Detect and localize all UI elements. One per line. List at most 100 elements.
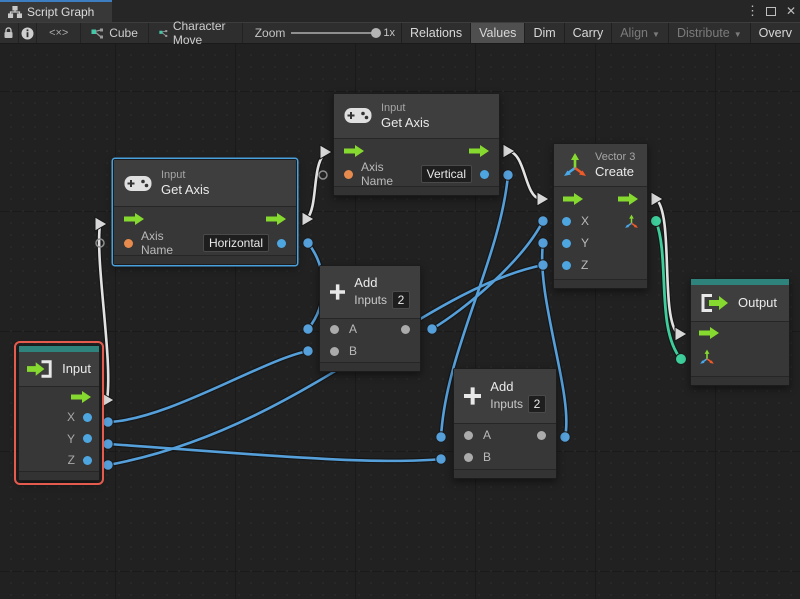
node-category: Vector 3 bbox=[595, 150, 635, 164]
zoom-slider[interactable] bbox=[291, 32, 377, 34]
node-input-unit[interactable]: Input X Y Z bbox=[18, 345, 100, 481]
vector3-icon bbox=[562, 152, 588, 178]
port-label: X bbox=[67, 410, 75, 424]
control-in-arrow-icon[interactable] bbox=[124, 213, 144, 225]
relations-button[interactable]: Relations bbox=[401, 23, 470, 43]
zoom-slider-handle[interactable] bbox=[371, 28, 381, 38]
vector3-result-port[interactable] bbox=[624, 214, 639, 229]
node-title: Output bbox=[738, 295, 777, 311]
script-graph-icon bbox=[159, 28, 168, 39]
node-add-2[interactable]: Add Inputs 2 A B bbox=[453, 368, 557, 479]
port-label: Z bbox=[581, 258, 588, 272]
graph-hierarchy-icon bbox=[8, 6, 22, 18]
distribute-dropdown[interactable]: Distribute▼ bbox=[668, 23, 750, 43]
node-title: Add bbox=[490, 379, 546, 395]
tab-bar: Script Graph ⋮ ✕ bbox=[0, 0, 800, 22]
port-y[interactable] bbox=[83, 434, 92, 443]
node-output-unit[interactable]: Output bbox=[690, 278, 790, 386]
sum-port[interactable] bbox=[401, 325, 410, 334]
node-footer bbox=[334, 186, 499, 195]
axis-name-port[interactable] bbox=[124, 239, 133, 248]
port-label: Axis Name bbox=[361, 160, 413, 188]
zoom-value: 1x bbox=[383, 27, 395, 39]
control-out-arrow-icon[interactable] bbox=[71, 391, 91, 403]
input-unit-icon bbox=[27, 359, 54, 379]
sum-port[interactable] bbox=[537, 431, 546, 440]
node-vector3-create[interactable]: Vector 3 Create X Y Z bbox=[553, 143, 648, 289]
port-label: A bbox=[349, 322, 357, 336]
close-icon[interactable]: ✕ bbox=[786, 4, 796, 18]
breadcrumb-label: Character Move bbox=[173, 19, 232, 47]
zoom-label: Zoom bbox=[255, 26, 286, 40]
port-a[interactable] bbox=[330, 325, 339, 334]
port-z[interactable] bbox=[562, 261, 571, 270]
node-footer bbox=[554, 279, 647, 288]
plus-icon bbox=[330, 279, 345, 305]
control-in-arrow-icon[interactable] bbox=[563, 193, 583, 205]
node-footer bbox=[454, 469, 556, 478]
breadcrumb-label: Cube bbox=[109, 26, 138, 40]
overview-button[interactable]: Overv bbox=[750, 23, 800, 43]
port-label: Y bbox=[581, 236, 589, 250]
output-unit-icon bbox=[699, 293, 729, 313]
port-b[interactable] bbox=[330, 347, 339, 356]
carry-button[interactable]: Carry bbox=[564, 23, 612, 43]
dim-button[interactable]: Dim bbox=[524, 23, 563, 43]
breadcrumb-cube[interactable]: Cube bbox=[81, 23, 149, 43]
align-dropdown[interactable]: Align▼ bbox=[611, 23, 668, 43]
node-add-1[interactable]: Add Inputs 2 A B bbox=[319, 265, 421, 372]
node-title: Get Axis bbox=[161, 182, 209, 198]
port-a[interactable] bbox=[464, 431, 473, 440]
window-menu-icon[interactable]: ⋮ bbox=[746, 3, 756, 19]
gamepad-icon bbox=[124, 175, 152, 192]
port-label: A bbox=[483, 428, 491, 442]
control-out-arrow-icon[interactable] bbox=[618, 193, 638, 205]
lock-icon bbox=[3, 27, 14, 39]
info-icon bbox=[21, 27, 34, 40]
result-port[interactable] bbox=[277, 239, 286, 248]
axis-name-port[interactable] bbox=[344, 170, 353, 179]
port-x[interactable] bbox=[562, 217, 571, 226]
inputs-count-field[interactable]: 2 bbox=[392, 291, 410, 309]
gamepad-icon bbox=[344, 107, 372, 124]
values-button[interactable]: Values bbox=[470, 23, 524, 43]
code-icon: <×> bbox=[49, 27, 68, 39]
node-category: Input bbox=[161, 168, 209, 182]
inputs-count-field[interactable]: 2 bbox=[528, 395, 546, 413]
axis-name-field[interactable]: Horizontal bbox=[203, 234, 269, 252]
script-graph-icon bbox=[91, 28, 104, 39]
info-button[interactable] bbox=[19, 23, 38, 43]
port-label: Y bbox=[67, 432, 75, 446]
vector3-value-port[interactable] bbox=[699, 349, 715, 365]
port-y[interactable] bbox=[562, 239, 571, 248]
node-title: Get Axis bbox=[381, 115, 429, 131]
node-get-axis-horizontal[interactable]: Input Get Axis Axis Name Horizontal bbox=[113, 159, 297, 265]
lock-button[interactable] bbox=[0, 23, 19, 43]
node-footer bbox=[691, 376, 789, 385]
inputs-label: Inputs bbox=[490, 397, 523, 411]
csharp-preview-button[interactable]: <×> bbox=[37, 23, 81, 43]
node-footer bbox=[19, 471, 99, 480]
port-label: Z bbox=[68, 453, 75, 467]
node-footer bbox=[320, 362, 420, 371]
axis-name-field[interactable]: Vertical bbox=[421, 165, 472, 183]
chevron-down-icon: ▼ bbox=[652, 30, 660, 39]
port-z[interactable] bbox=[83, 456, 92, 465]
control-out-arrow-icon[interactable] bbox=[266, 213, 286, 225]
node-title: Add bbox=[354, 275, 410, 291]
graph-toolbar: <×> Cube Character Move Zoom 1x Relation… bbox=[0, 22, 800, 44]
port-label: X bbox=[581, 214, 589, 228]
port-b[interactable] bbox=[464, 453, 473, 462]
port-x[interactable] bbox=[83, 413, 92, 422]
control-in-arrow-icon[interactable] bbox=[699, 327, 719, 339]
tab-script-graph[interactable]: Script Graph bbox=[0, 0, 112, 22]
breadcrumb-character-move[interactable]: Character Move bbox=[149, 23, 243, 43]
maximize-icon[interactable] bbox=[766, 7, 776, 16]
result-port[interactable] bbox=[480, 170, 489, 179]
control-in-arrow-icon[interactable] bbox=[344, 145, 364, 157]
chevron-down-icon: ▼ bbox=[734, 30, 742, 39]
control-out-arrow-icon[interactable] bbox=[469, 145, 489, 157]
node-title: Create bbox=[595, 164, 635, 180]
node-get-axis-vertical[interactable]: Input Get Axis Axis Name Vertical bbox=[333, 93, 500, 196]
port-label: Axis Name bbox=[141, 229, 195, 257]
